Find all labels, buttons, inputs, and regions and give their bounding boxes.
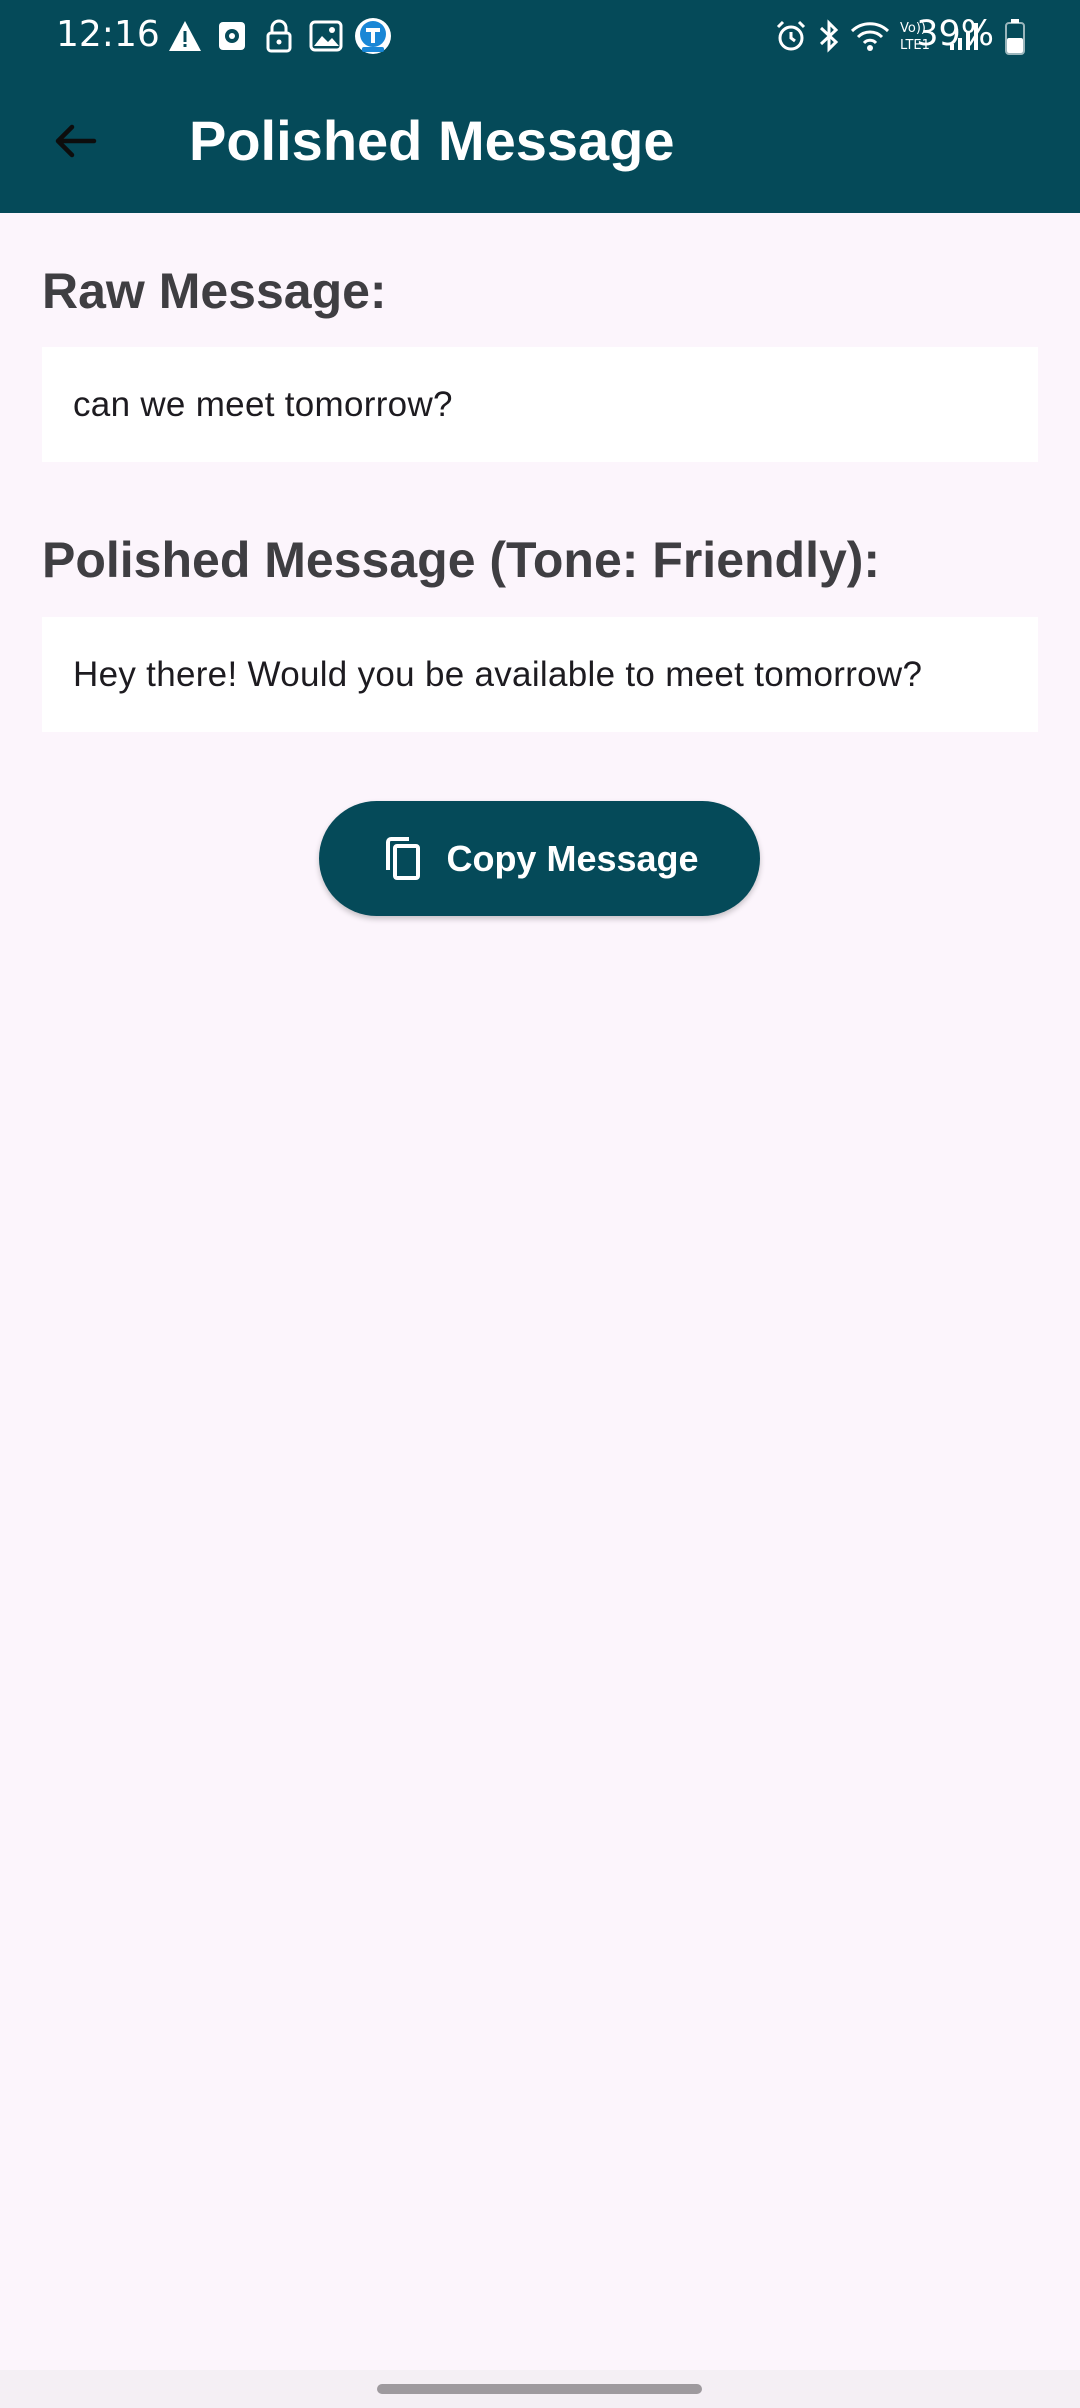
status-bar: 12:16 Vo)) LTE1 39% [0,0,1080,72]
bluetooth-icon [816,17,842,55]
polished-message-text: Hey there! Would you be available to mee… [73,654,923,694]
home-indicator[interactable] [377,2384,702,2394]
raw-message-label: Raw Message: [42,263,387,319]
copy-message-button[interactable]: Copy Message [319,801,760,916]
page-title: Polished Message [189,109,675,172]
polished-message-box[interactable]: Hey there! Would you be available to mee… [42,617,1038,732]
lock-icon [260,17,298,55]
copy-button-label: Copy Message [446,837,699,879]
raw-message-box[interactable]: can we meet tomorrow? [42,347,1038,462]
battery-percent: 39% [916,14,994,54]
raw-message-text: can we meet tomorrow? [73,384,453,424]
media-icon [213,17,251,55]
wifi-icon [850,17,890,55]
status-time: 12:16 [56,14,160,55]
back-button[interactable] [40,106,110,176]
copy-icon [380,835,424,883]
polished-message-label: Polished Message (Tone: Friendly): [42,532,881,588]
battery-icon [1004,18,1026,61]
arrow-back-icon [55,124,97,158]
app-bar: Polished Message [0,72,1080,213]
app-notification-icon [354,17,392,55]
gallery-icon [307,17,345,55]
status-notification-icons [166,16,401,56]
warning-icon [166,17,204,55]
system-nav-bar [0,2370,1080,2408]
alarm-icon [774,17,808,55]
